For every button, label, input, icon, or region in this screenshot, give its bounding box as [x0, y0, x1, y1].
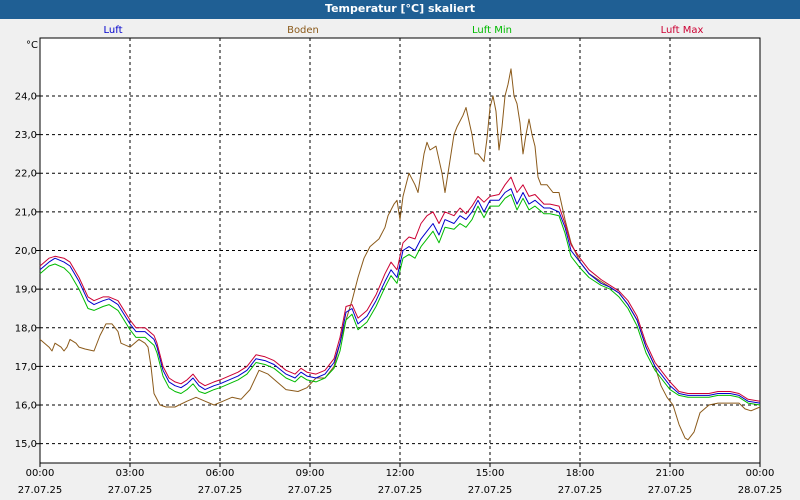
legend-entry-luft-min: Luft Min — [472, 25, 512, 36]
chart-plot-area: Luft Boden Luft Min Luft Max 15,0 16,0 17,0 18… — [15, 25, 783, 496]
y-tick-label: 24,0 — [15, 91, 37, 102]
legend: Luft Boden Luft Min Luft Max — [104, 25, 704, 36]
y-tick-label: 15,0 — [15, 439, 37, 450]
legend-entry-luft: Luft — [104, 25, 123, 36]
x-tick-time-label: 00:00 — [26, 468, 55, 479]
y-tick-label: 20,0 — [15, 246, 37, 257]
x-tick-time-label: 03:00 — [116, 468, 145, 479]
x-tick-date-label: 27.07.25 — [558, 485, 603, 496]
legend-entry-luft-max: Luft Max — [661, 25, 704, 36]
x-tick-time-label: 18:00 — [566, 468, 595, 479]
y-tick-label: 21,0 — [15, 207, 37, 218]
legend-entry-boden: Boden — [287, 25, 319, 36]
x-tick-time-label: 06:00 — [206, 468, 235, 479]
x-tick-time-label: 12:00 — [386, 468, 415, 479]
x-tick-date-label: 27.07.25 — [108, 485, 153, 496]
y-tick-label: 19,0 — [15, 285, 37, 296]
y-tick-label: 23,0 — [15, 130, 37, 141]
x-tick-date-label: 27.07.25 — [378, 485, 423, 496]
x-tick-time-label: 15:00 — [476, 468, 505, 479]
y-axis-ticks: 15,0 16,0 17,0 18,0 19,0 20,0 21,0 22,0 23,0 24,0 — [15, 91, 40, 450]
x-tick-time-label: 00:00 — [746, 468, 775, 479]
x-tick-date-label: 27.07.25 — [288, 485, 333, 496]
y-axis-unit-label: °C — [26, 40, 38, 51]
y-tick-label: 16,0 — [15, 401, 37, 412]
x-tick-time-label: 09:00 — [296, 468, 325, 479]
x-tick-date-label: 27.07.25 — [198, 485, 243, 496]
x-axis-ticks: 00:00 27.07.25 03:00 27.07.25 06:00 27.07.25 0… — [18, 463, 783, 496]
x-tick-time-label: 21:00 — [656, 468, 685, 479]
x-tick-date-label: 27.07.25 — [648, 485, 693, 496]
y-tick-label: 18,0 — [15, 323, 37, 334]
x-tick-date-label: 27.07.25 — [18, 485, 63, 496]
y-tick-label: 22,0 — [15, 169, 37, 180]
y-tick-label: 17,0 — [15, 362, 37, 373]
x-tick-date-label: 28.07.25 — [738, 485, 783, 496]
x-tick-date-label: 27.07.25 — [468, 485, 513, 496]
